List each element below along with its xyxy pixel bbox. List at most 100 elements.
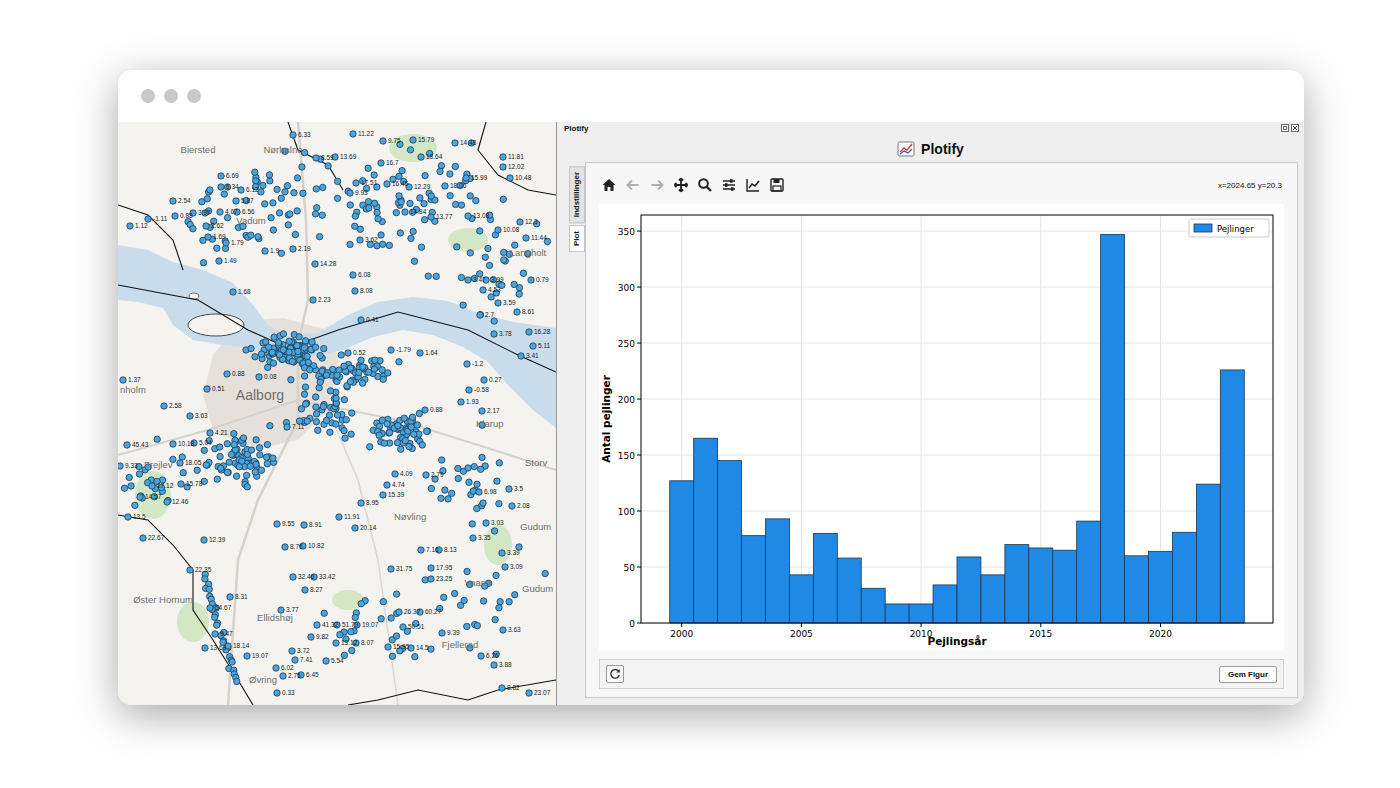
map-point[interactable]: [410, 228, 416, 234]
map-point[interactable]: [128, 483, 134, 489]
map-point[interactable]: [349, 647, 355, 653]
map-point[interactable]: [481, 377, 487, 383]
map-point[interactable]: [441, 594, 447, 600]
map-point[interactable]: [514, 309, 520, 315]
map-point[interactable]: [244, 653, 250, 659]
map-point[interactable]: [356, 369, 362, 375]
zoom-button[interactable]: [695, 175, 715, 195]
map-point[interactable]: [274, 186, 280, 192]
map-point[interactable]: [296, 334, 302, 340]
map-point[interactable]: [274, 690, 280, 696]
map-point[interactable]: [379, 241, 385, 247]
map-point[interactable]: [294, 208, 300, 214]
map-point[interactable]: [315, 427, 321, 433]
map-point[interactable]: [474, 505, 480, 511]
map-point[interactable]: [482, 254, 488, 260]
map-point[interactable]: [334, 412, 340, 418]
save-figure-button[interactable]: Gem Figur: [1219, 666, 1277, 683]
map-point[interactable]: [378, 160, 384, 166]
refresh-button[interactable]: [606, 665, 624, 683]
map-point[interactable]: [419, 442, 425, 448]
map-point[interactable]: [248, 232, 254, 238]
map-point[interactable]: [428, 565, 434, 571]
map-point[interactable]: [206, 586, 212, 592]
map-point[interactable]: [334, 195, 340, 201]
map-point[interactable]: [380, 492, 386, 498]
map-point[interactable]: [204, 386, 210, 392]
map-point[interactable]: [396, 359, 402, 365]
map-point[interactable]: [452, 201, 458, 207]
map-point[interactable]: [357, 237, 363, 243]
home-button[interactable]: [599, 175, 619, 195]
map-point[interactable]: [421, 200, 427, 206]
map-point[interactable]: [177, 460, 183, 466]
map-point[interactable]: [455, 475, 461, 481]
map-point[interactable]: [333, 395, 339, 401]
map-point[interactable]: [406, 443, 412, 449]
map-point[interactable]: [218, 173, 224, 179]
map-point[interactable]: [284, 183, 290, 189]
map-point[interactable]: [347, 202, 353, 208]
map-point[interactable]: [231, 441, 237, 447]
map-point[interactable]: [428, 646, 434, 652]
map-point[interactable]: [224, 441, 230, 447]
map-point[interactable]: [352, 614, 358, 620]
map-point[interactable]: [256, 374, 262, 380]
map-point[interactable]: [284, 424, 290, 430]
map-point[interactable]: [491, 318, 497, 324]
map-point[interactable]: [491, 528, 497, 534]
map-point[interactable]: [313, 186, 319, 192]
map-point[interactable]: [258, 189, 264, 195]
map-point[interactable]: [495, 300, 501, 306]
map-point[interactable]: [218, 184, 224, 190]
map-point[interactable]: [517, 219, 523, 225]
map-point[interactable]: [408, 424, 414, 430]
map-point[interactable]: [292, 231, 298, 237]
map-point[interactable]: [467, 250, 473, 256]
map-point[interactable]: [491, 331, 497, 337]
map-point[interactable]: [500, 164, 506, 170]
map-point[interactable]: [312, 394, 318, 400]
map-point[interactable]: [217, 444, 223, 450]
map-point[interactable]: [201, 447, 207, 453]
map-point[interactable]: [358, 357, 364, 363]
map-point[interactable]: [275, 340, 281, 346]
map-point[interactable]: [231, 430, 237, 436]
map-point[interactable]: [491, 662, 497, 668]
map-point[interactable]: [289, 648, 295, 654]
tab[interactable]: Indstillinger: [569, 166, 585, 223]
map-point[interactable]: [506, 599, 512, 605]
map-point[interactable]: [207, 187, 213, 193]
map-point[interactable]: [233, 198, 239, 204]
map-point[interactable]: [323, 417, 329, 423]
map-point[interactable]: [385, 370, 391, 376]
map-point[interactable]: [302, 587, 308, 593]
map-point[interactable]: [480, 598, 486, 604]
save-button[interactable]: [767, 175, 787, 195]
map-point[interactable]: [217, 453, 223, 459]
map-point[interactable]: [343, 417, 349, 423]
map-point[interactable]: [530, 343, 536, 349]
map-point[interactable]: [127, 223, 133, 229]
map-point[interactable]: [261, 201, 267, 207]
map-point[interactable]: [501, 257, 507, 263]
map-point[interactable]: [295, 348, 301, 354]
map-point[interactable]: [439, 630, 445, 636]
map-point[interactable]: [393, 591, 399, 597]
map-point[interactable]: [202, 645, 208, 651]
map-point[interactable]: [270, 360, 276, 366]
map-point[interactable]: [230, 289, 236, 295]
map-point[interactable]: [301, 391, 307, 397]
map-point[interactable]: [132, 502, 138, 508]
map-point[interactable]: [271, 334, 277, 340]
map-point[interactable]: [313, 404, 319, 410]
map-point[interactable]: [317, 352, 323, 358]
map-point[interactable]: [301, 522, 307, 528]
map-point[interactable]: [205, 234, 211, 240]
map-point[interactable]: [458, 399, 464, 405]
map-point[interactable]: [290, 246, 296, 252]
map-point[interactable]: [300, 190, 306, 196]
map-point[interactable]: [124, 442, 130, 448]
map-point[interactable]: [542, 570, 548, 576]
float-icon[interactable]: [1281, 124, 1289, 132]
